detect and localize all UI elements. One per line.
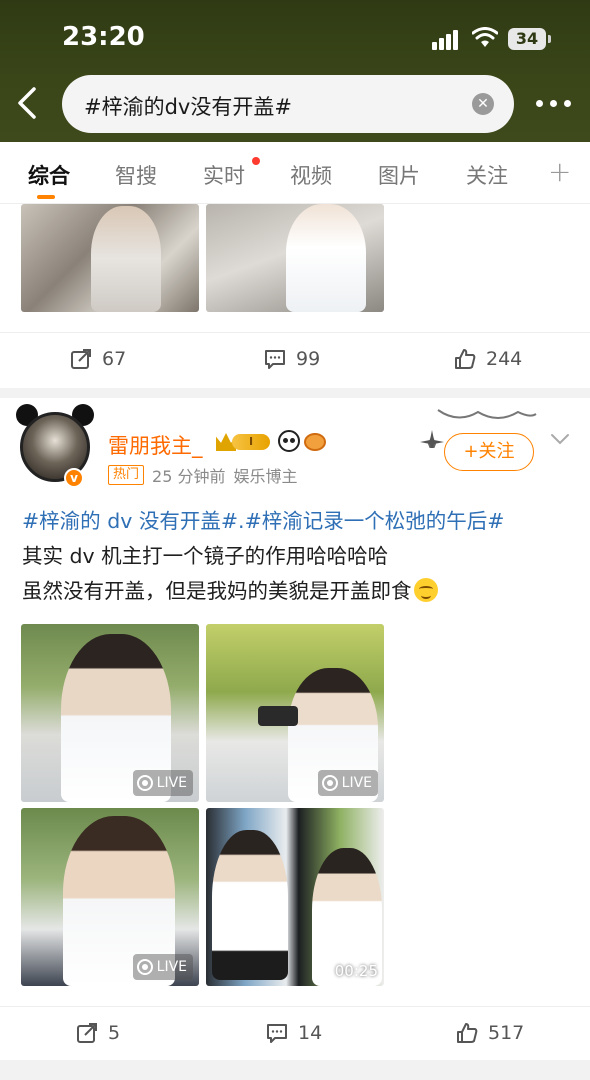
cellular-signal-icon (432, 30, 462, 50)
tab-smart-search[interactable]: 智搜 (115, 160, 157, 190)
back-arrow-icon[interactable] (14, 86, 40, 120)
search-input[interactable]: #梓渝的dv没有开盖# ✕ (62, 75, 514, 133)
post-image[interactable]: LIVE (21, 624, 199, 802)
tab-images[interactable]: 图片 (378, 160, 420, 190)
post-image[interactable] (21, 204, 199, 312)
username[interactable]: 雷朋我主_ (108, 430, 203, 460)
author-category: 娱乐博主 (233, 467, 298, 486)
vip-crown-badge: I (216, 431, 272, 453)
tab-bar: 综合 智搜 实时 视频 图片 关注 (0, 142, 590, 204)
live-icon (321, 775, 338, 791)
post-line-1: #梓渝的 dv 没有开盖#.#梓渝记录一个松弛的午后# (22, 504, 572, 539)
realtime-notification-dot (252, 157, 260, 165)
app-header: 23:20 34 #梓渝的dv没有开盖# ✕ (0, 0, 590, 142)
comment-count: 99 (296, 348, 321, 370)
repost-button[interactable]: 5 (76, 1021, 120, 1045)
like-icon (455, 349, 476, 369)
tab-comprehensive[interactable]: 综合 (28, 160, 70, 190)
repost-count: 5 (108, 1022, 121, 1044)
topic-link[interactable]: #梓渝的 dv 没有开盖# (22, 509, 238, 533)
repost-icon (71, 349, 91, 369)
post-image[interactable]: LIVE (206, 624, 384, 802)
post-line-3: 虽然没有开盖，但是我妈的美貌是开盖即食 (22, 574, 572, 609)
yummy-face-emoji-icon (413, 578, 438, 602)
post-action-bar: 67 99 244 (0, 332, 590, 384)
comment-icon (265, 350, 285, 369)
post-meta: 热门 25 分钟前 娱乐博主 (108, 464, 297, 486)
repost-icon (77, 1023, 97, 1043)
fish-icon (304, 433, 326, 451)
like-icon (457, 1023, 478, 1043)
active-tab-indicator (37, 195, 55, 199)
repost-button[interactable]: 67 (70, 347, 126, 371)
live-icon (136, 959, 153, 975)
live-icon (136, 775, 153, 791)
like-count: 517 (488, 1022, 525, 1044)
tab-realtime[interactable]: 实时 (203, 160, 245, 190)
post-image[interactable]: LIVE (21, 808, 199, 986)
plus-icon[interactable]: + (548, 155, 571, 188)
chevron-down-icon[interactable] (550, 432, 570, 446)
tab-video[interactable]: 视频 (290, 160, 332, 190)
live-photo-badge: LIVE (317, 770, 378, 796)
post-video[interactable]: 00:25 (206, 808, 384, 986)
post-card: 67 99 244 (0, 204, 590, 388)
status-bar: 23:20 34 (0, 0, 590, 70)
comment-button[interactable]: 99 (264, 347, 320, 371)
post-body: #梓渝的 dv 没有开盖#.#梓渝记录一个松弛的午后# 其实 dv 机主打一个镜… (22, 504, 572, 609)
search-query: #梓渝的dv没有开盖# (84, 95, 292, 119)
battery-tip (548, 35, 551, 43)
wifi-icon (472, 27, 498, 47)
video-duration: 00:25 (334, 962, 378, 980)
post-line-2: 其实 dv 机主打一个镜子的作用哈哈哈哈 (22, 544, 389, 568)
topic-link[interactable]: #梓渝记录一个松弛的午后# (245, 509, 505, 533)
more-icon[interactable] (536, 100, 572, 108)
like-button[interactable]: 244 (454, 347, 522, 371)
post-card: v 雷朋我主_ I 热门 25 分钟前 娱乐博主 +关注 #梓渝的 dv 没有开… (0, 398, 590, 1060)
repost-count: 67 (102, 348, 127, 370)
tab-following[interactable]: 关注 (466, 160, 508, 190)
comment-count: 14 (298, 1022, 323, 1044)
like-count: 244 (486, 348, 523, 370)
verified-icon: v (64, 468, 84, 488)
battery-indicator: 34 (508, 28, 546, 50)
status-time: 23:20 (62, 22, 145, 52)
comment-icon (267, 1024, 287, 1043)
live-photo-badge: LIVE (132, 770, 193, 796)
post-time: 25 分钟前 (152, 467, 226, 486)
clear-icon[interactable]: ✕ (472, 93, 494, 115)
like-button[interactable]: 517 (456, 1021, 524, 1045)
hot-tag: 热门 (108, 465, 145, 485)
panda-icon (278, 430, 300, 452)
post-image[interactable] (206, 204, 384, 312)
follow-button[interactable]: +关注 (444, 433, 534, 471)
comment-button[interactable]: 14 (266, 1021, 322, 1045)
live-photo-badge: LIVE (132, 954, 193, 980)
post-action-bar: 5 14 517 (0, 1006, 590, 1058)
